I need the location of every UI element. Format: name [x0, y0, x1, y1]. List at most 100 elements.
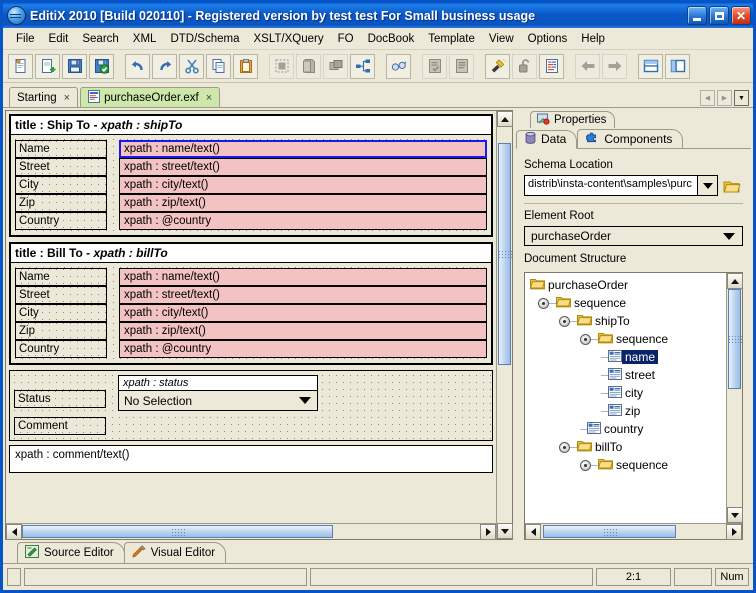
tab-list-dropdown-icon[interactable]: ▼: [734, 90, 749, 106]
wizard-button[interactable]: [485, 53, 510, 79]
tree-node-purchaseorder[interactable]: purchaseOrder: [528, 276, 726, 294]
tree-node-sequence[interactable]: sequence: [528, 456, 726, 474]
tab-source-editor[interactable]: Source Editor: [17, 542, 125, 563]
undo-button[interactable]: [125, 53, 150, 79]
layers-button[interactable]: [323, 53, 348, 79]
editor-vscroll-track[interactable]: [497, 127, 512, 523]
status-combo-button[interactable]: No Selection: [119, 391, 317, 410]
close-icon[interactable]: ×: [61, 92, 70, 104]
chevron-down-icon[interactable]: [698, 175, 718, 196]
tree-vscroll-thumb[interactable]: [727, 289, 742, 390]
forward-button[interactable]: [602, 53, 627, 79]
document-stack-button[interactable]: [296, 53, 321, 79]
scroll-down-icon[interactable]: [727, 507, 743, 523]
tree-hscroll-track[interactable]: [541, 524, 726, 539]
tree-vscroll-track[interactable]: [727, 289, 742, 507]
scroll-up-icon[interactable]: [497, 111, 513, 127]
redo-button[interactable]: [152, 53, 177, 79]
menu-item-view[interactable]: View: [482, 31, 521, 47]
status-combo[interactable]: xpath : status No Selection: [118, 375, 318, 411]
unlock-button[interactable]: [512, 53, 537, 79]
menu-item-docbook[interactable]: DocBook: [361, 31, 422, 47]
element-root-combo[interactable]: purchaseOrder: [524, 226, 743, 246]
editor-hscroll-track[interactable]: [22, 524, 480, 539]
menu-item-search[interactable]: Search: [75, 31, 125, 47]
tree-node-sequence[interactable]: sequence: [528, 330, 726, 348]
tree-node-billto[interactable]: billTo: [528, 438, 726, 456]
folder-open-icon[interactable]: [721, 175, 743, 196]
copy-button[interactable]: [206, 53, 231, 79]
field-value-name[interactable]: xpath : name/text(): [119, 268, 487, 286]
minimize-icon[interactable]: [687, 6, 707, 25]
new-from-template-button[interactable]: [35, 53, 60, 79]
maximize-icon[interactable]: [709, 6, 729, 25]
split-horizontal-button[interactable]: [638, 53, 663, 79]
report-button[interactable]: [539, 53, 564, 79]
back-button[interactable]: [575, 53, 600, 79]
editor-vertical-scrollbar[interactable]: [496, 111, 513, 539]
comment-textarea[interactable]: xpath : comment/text(): [9, 445, 493, 473]
field-value-name[interactable]: xpath : name/text(): [119, 140, 487, 158]
menu-item-dtd-schema[interactable]: DTD/Schema: [163, 31, 246, 47]
scroll-right-icon[interactable]: [726, 524, 742, 540]
tab-components[interactable]: Components: [577, 129, 684, 148]
field-value-city[interactable]: xpath : city/text(): [119, 176, 487, 194]
close-icon[interactable]: ✕: [731, 6, 751, 25]
tree-node-street[interactable]: street: [528, 366, 726, 384]
scroll-right-icon[interactable]: [480, 524, 496, 540]
tree-node-zip[interactable]: zip: [528, 402, 726, 420]
cut-button[interactable]: [179, 53, 204, 79]
editor-horizontal-scrollbar[interactable]: [6, 523, 496, 540]
select-region-button[interactable]: [269, 53, 294, 79]
field-value-zip[interactable]: xpath : zip/text(): [119, 322, 487, 340]
menu-item-help[interactable]: Help: [574, 31, 612, 47]
schema-location-input[interactable]: distrib\insta-content\samples\purc: [524, 175, 698, 196]
close-icon[interactable]: ×: [203, 92, 212, 104]
menu-item-file[interactable]: File: [9, 31, 42, 47]
field-value-zip[interactable]: xpath : zip/text(): [119, 194, 487, 212]
tree-node-sequence[interactable]: sequence: [528, 294, 726, 312]
save-button[interactable]: [62, 53, 87, 79]
field-value-street[interactable]: xpath : street/text(): [119, 286, 487, 304]
tree-toggle-icon[interactable]: [580, 333, 591, 345]
tab-visual-editor[interactable]: Visual Editor: [123, 542, 227, 563]
scroll-up-icon[interactable]: [727, 273, 743, 289]
editor-hscroll-thumb[interactable]: [22, 525, 334, 538]
tree-node-country[interactable]: country: [528, 420, 726, 438]
new-document-button[interactable]: [8, 53, 33, 79]
visual-editor-canvas[interactable]: title : Ship To - xpath : shipTo Name xp…: [6, 111, 496, 523]
menu-item-xslt-xquery[interactable]: XSLT/XQuery: [246, 31, 330, 47]
tab-scroll-left-icon[interactable]: ◀: [700, 90, 715, 106]
tree-node-shipto[interactable]: shipTo: [528, 312, 726, 330]
document-tab-starting[interactable]: Starting ×: [9, 87, 79, 107]
tree-hscroll-thumb[interactable]: [543, 525, 677, 538]
validate-button[interactable]: [422, 53, 447, 79]
menu-item-options[interactable]: Options: [521, 31, 575, 47]
scroll-left-icon[interactable]: [6, 524, 22, 540]
field-value-city[interactable]: xpath : city/text(): [119, 304, 487, 322]
document-tab-purchaseorder[interactable]: purchaseOrder.exf ×: [80, 87, 221, 107]
split-vertical-button[interactable]: [665, 53, 690, 79]
save-all-button[interactable]: [89, 53, 114, 79]
schema-location-combo[interactable]: distrib\insta-content\samples\purc: [524, 175, 743, 196]
tree-node-city[interactable]: city: [528, 384, 726, 402]
paste-button[interactable]: [233, 53, 258, 79]
scroll-down-icon[interactable]: [497, 523, 513, 539]
tree-toggle-icon[interactable]: [559, 441, 570, 453]
tree-content[interactable]: purchaseOrder sequence shipTo sequence n…: [525, 273, 726, 523]
menu-item-xml[interactable]: XML: [126, 31, 164, 47]
tree-node-name[interactable]: name: [528, 348, 726, 366]
tree-view-button[interactable]: [350, 53, 375, 79]
tab-scroll-right-icon[interactable]: ▶: [717, 90, 732, 106]
menu-item-edit[interactable]: Edit: [42, 31, 76, 47]
tree-toggle-icon[interactable]: [538, 297, 549, 309]
editor-vscroll-thumb[interactable]: [497, 142, 512, 365]
tab-data[interactable]: Data: [516, 130, 578, 149]
field-value-street[interactable]: xpath : street/text(): [119, 158, 487, 176]
scroll-left-icon[interactable]: [525, 524, 541, 540]
menu-item-template[interactable]: Template: [421, 31, 482, 47]
tree-vertical-scrollbar[interactable]: [726, 273, 743, 523]
tree-toggle-icon[interactable]: [559, 315, 570, 327]
field-value-country[interactable]: xpath : @country: [119, 212, 487, 230]
tab-properties[interactable]: Properties: [530, 111, 616, 128]
